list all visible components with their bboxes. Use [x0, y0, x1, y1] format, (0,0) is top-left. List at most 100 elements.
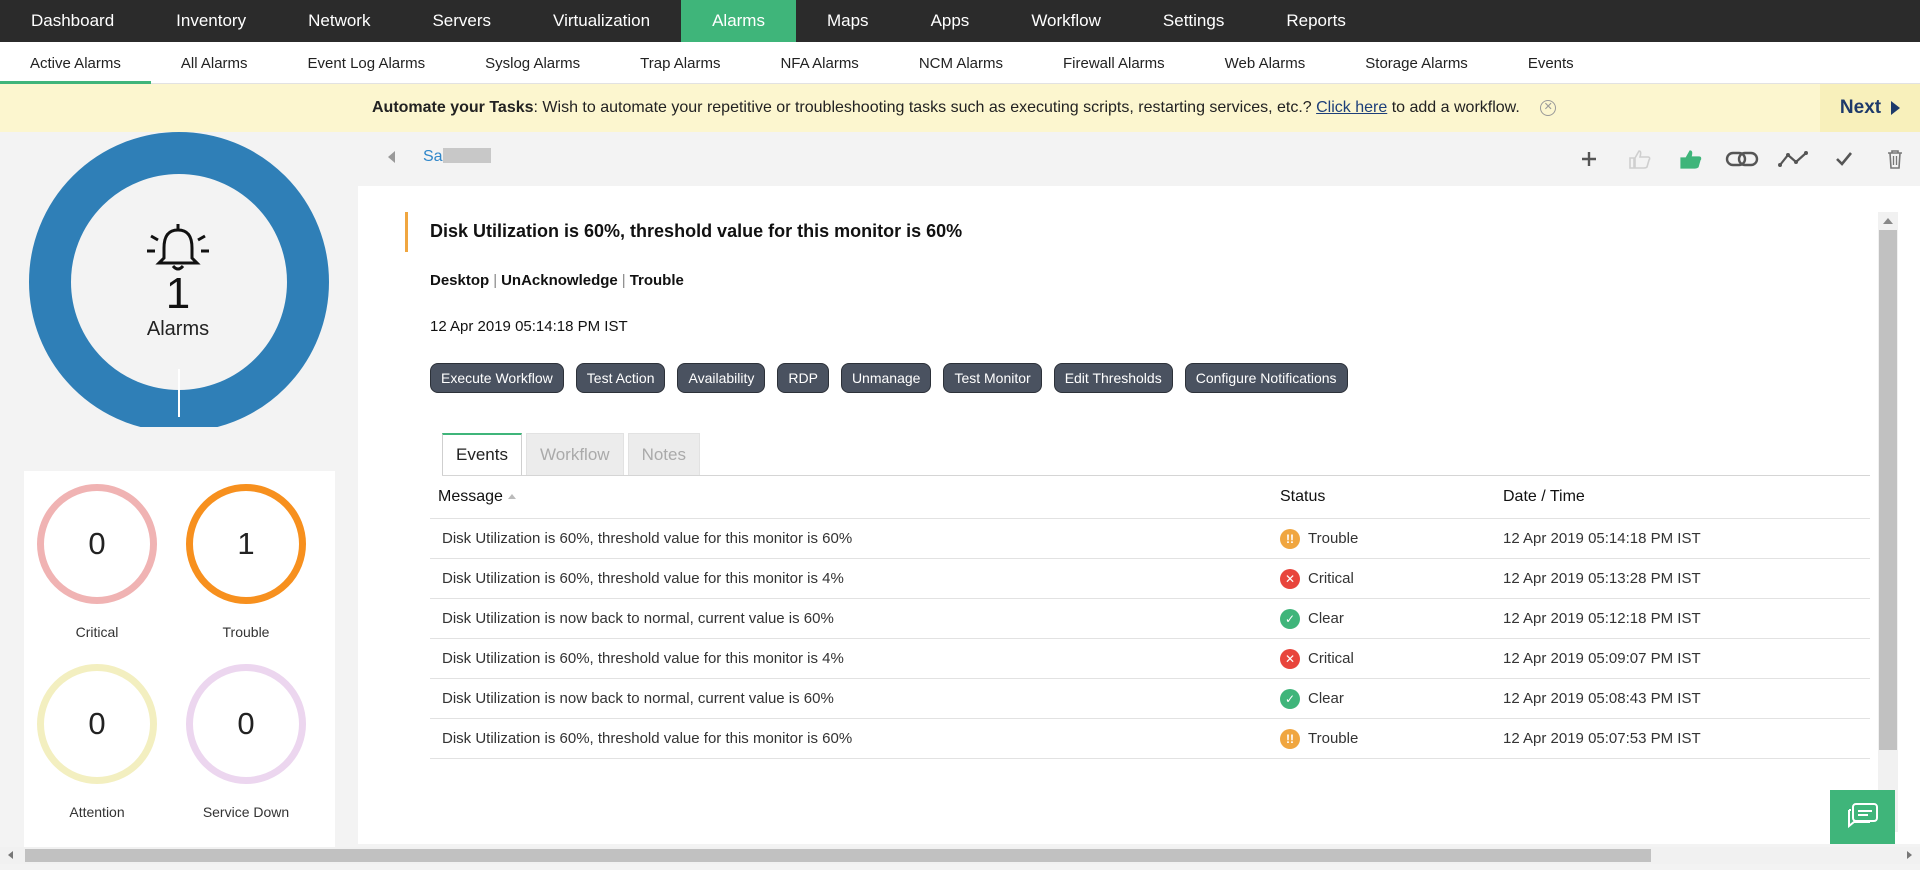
link-icon[interactable]	[1716, 146, 1767, 172]
row-status: ✕ Critical	[1268, 568, 1491, 589]
action-buttons: Execute Workflow Test Action Availabilit…	[430, 363, 1348, 393]
subnav-active-alarms[interactable]: Active Alarms	[0, 42, 151, 84]
row-message: Disk Utilization is 60%, threshold value…	[442, 530, 853, 547]
table-row[interactable]: Disk Utilization is 60%, threshold value…	[430, 719, 1870, 759]
column-message-label: Message	[438, 488, 503, 505]
nav-inventory[interactable]: Inventory	[145, 0, 277, 42]
test-monitor-button[interactable]: Test Monitor	[943, 363, 1042, 393]
tab-events[interactable]: Events	[442, 433, 522, 476]
nav-reports[interactable]: Reports	[1255, 0, 1377, 42]
table-row[interactable]: Disk Utilization is now back to normal, …	[430, 599, 1870, 639]
alarm-count: 1	[165, 269, 191, 318]
table-row[interactable]: Disk Utilization is 60%, threshold value…	[430, 639, 1870, 679]
scroll-right-icon[interactable]	[1907, 851, 1912, 859]
row-datetime: 12 Apr 2019 05:09:07 PM IST	[1503, 650, 1701, 667]
chat-icon	[1847, 803, 1878, 829]
subnav-ncm-alarms[interactable]: NCM Alarms	[889, 42, 1033, 84]
banner-next-button[interactable]: Next	[1820, 84, 1920, 132]
row-status-label: Critical	[1308, 570, 1354, 587]
nav-workflow[interactable]: Workflow	[1000, 0, 1132, 42]
vertical-scrollbar[interactable]	[1878, 212, 1898, 832]
severity-critical[interactable]: 0 Critical	[37, 484, 157, 640]
nav-apps[interactable]: Apps	[900, 0, 1001, 42]
subnav-storage-alarms[interactable]: Storage Alarms	[1335, 42, 1498, 84]
separator: |	[493, 272, 498, 289]
column-message[interactable]: Message	[430, 488, 1268, 506]
device-name-link[interactable]: Sa	[423, 148, 491, 166]
nav-maps[interactable]: Maps	[796, 0, 900, 42]
severity-attention[interactable]: 0 Attention	[37, 664, 157, 820]
severity-accent-bar	[405, 212, 408, 252]
row-datetime: 12 Apr 2019 05:12:18 PM IST	[1503, 610, 1701, 627]
table-row[interactable]: Disk Utilization is 60%, threshold value…	[430, 559, 1870, 599]
alarm-severity: Trouble	[629, 272, 684, 289]
close-icon[interactable]: ✕	[1540, 99, 1557, 116]
alarm-count-label: Alarms	[146, 318, 210, 340]
nav-settings[interactable]: Settings	[1132, 0, 1255, 42]
severity-service-down[interactable]: 0 Service Down	[186, 664, 306, 820]
row-message: Disk Utilization is 60%, threshold value…	[442, 650, 844, 667]
severity-label: Service Down	[202, 804, 290, 820]
severity-ring: 0	[37, 484, 157, 604]
scrollbar-thumb[interactable]	[1879, 230, 1897, 750]
severity-trouble[interactable]: 1 Trouble	[186, 484, 306, 640]
check-icon[interactable]	[1818, 146, 1869, 172]
trash-icon[interactable]	[1869, 146, 1920, 172]
next-label: Next	[1839, 97, 1882, 118]
scroll-up-icon[interactable]	[1878, 212, 1898, 230]
chat-button[interactable]	[1830, 790, 1895, 844]
row-status-label: Clear	[1308, 610, 1344, 627]
subnav-web-alarms[interactable]: Web Alarms	[1195, 42, 1336, 84]
subnav-syslog-alarms[interactable]: Syslog Alarms	[455, 42, 610, 84]
severity-ring: 0	[37, 664, 157, 784]
scrollbar-thumb[interactable]	[25, 849, 1651, 862]
nav-dashboard[interactable]: Dashboard	[0, 0, 145, 42]
trouble-status-icon: !!	[1280, 728, 1300, 749]
nav-virtualization[interactable]: Virtualization	[522, 0, 681, 42]
unmanage-button[interactable]: Unmanage	[840, 363, 932, 393]
thumbs-up-filled-icon[interactable]	[1665, 146, 1716, 172]
tab-workflow[interactable]: Workflow	[525, 433, 624, 476]
graph-icon[interactable]	[1767, 146, 1818, 172]
subnav-trap-alarms[interactable]: Trap Alarms	[610, 42, 750, 84]
column-status[interactable]: Status	[1268, 488, 1491, 506]
sub-nav: Active Alarms All Alarms Event Log Alarm…	[0, 42, 1920, 84]
execute-workflow-button[interactable]: Execute Workflow	[430, 363, 564, 393]
thumbs-up-icon[interactable]	[1614, 146, 1665, 172]
test-action-button[interactable]: Test Action	[575, 363, 666, 393]
sort-asc-icon	[507, 494, 516, 499]
alarm-category: Desktop	[430, 272, 490, 289]
availability-button[interactable]: Availability	[677, 363, 766, 393]
table-row[interactable]: Disk Utilization is 60%, threshold value…	[430, 519, 1870, 559]
alarm-detail-content: Disk Utilization is 60%, threshold value…	[358, 186, 1920, 844]
separator: |	[621, 272, 626, 289]
subnav-all-alarms[interactable]: All Alarms	[151, 42, 278, 84]
plus-icon[interactable]	[1563, 146, 1614, 172]
row-message: Disk Utilization is 60%, threshold value…	[442, 730, 853, 747]
subnav-firewall-alarms[interactable]: Firewall Alarms	[1033, 42, 1195, 84]
alarm-timestamp: 12 Apr 2019 05:14:18 PM IST	[430, 318, 628, 335]
severity-summary-card: 0 Critical 1 Trouble 0 Attention 0 Servi…	[24, 471, 335, 847]
subnav-nfa-alarms[interactable]: NFA Alarms	[750, 42, 888, 84]
scroll-left-icon[interactable]	[8, 851, 13, 859]
row-status-label: Critical	[1308, 650, 1354, 667]
subnav-event-log-alarms[interactable]: Event Log Alarms	[278, 42, 456, 84]
back-arrow-icon[interactable]	[388, 151, 395, 163]
table-row[interactable]: Disk Utilization is now back to normal, …	[430, 679, 1870, 719]
column-datetime[interactable]: Date / Time	[1491, 488, 1585, 506]
severity-ring: 1	[186, 484, 306, 604]
row-message: Disk Utilization is now back to normal, …	[442, 610, 834, 627]
subnav-events[interactable]: Events	[1498, 42, 1604, 84]
nav-alarms[interactable]: Alarms	[681, 0, 796, 42]
row-message: Disk Utilization is 60%, threshold value…	[442, 570, 844, 587]
banner-click-here-link[interactable]: Click here	[1316, 99, 1387, 116]
nav-network[interactable]: Network	[277, 0, 401, 42]
edit-thresholds-button[interactable]: Edit Thresholds	[1053, 363, 1173, 393]
row-datetime: 12 Apr 2019 05:14:18 PM IST	[1503, 530, 1701, 547]
rdp-button[interactable]: RDP	[777, 363, 829, 393]
horizontal-scrollbar[interactable]	[0, 847, 1920, 864]
nav-servers[interactable]: Servers	[401, 0, 522, 42]
configure-notifications-button[interactable]: Configure Notifications	[1184, 363, 1348, 393]
detail-tabs: Events Workflow Notes	[442, 433, 704, 476]
tab-notes[interactable]: Notes	[627, 433, 700, 476]
